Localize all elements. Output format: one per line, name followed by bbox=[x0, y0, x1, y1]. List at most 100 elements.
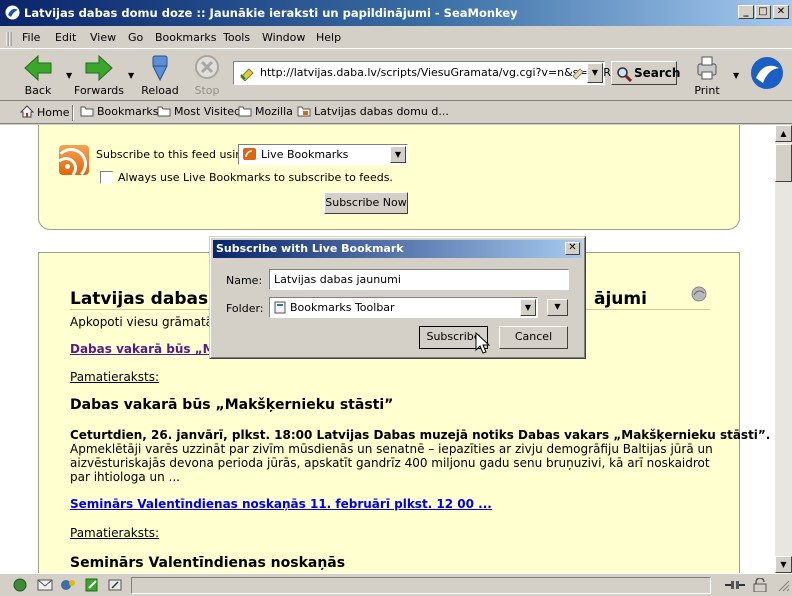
security-lock-icon[interactable] bbox=[752, 578, 768, 592]
expand-folder-tree-button[interactable]: ▼ bbox=[547, 299, 568, 316]
name-input[interactable]: Latvijas dabas jaunumi bbox=[269, 269, 569, 290]
print-label: Print bbox=[694, 84, 720, 97]
menu-file[interactable]: File bbox=[22, 31, 40, 44]
entry2-link[interactable]: Seminārs Valentīndienas noskaņās 11. feb… bbox=[70, 497, 492, 511]
feed-site-icon bbox=[691, 286, 707, 302]
back-label: Back bbox=[24, 84, 52, 97]
search-label: Search bbox=[634, 66, 681, 80]
folder-icon bbox=[157, 106, 171, 117]
scroll-up-button[interactable]: ▲ bbox=[775, 125, 792, 142]
bookmark-mozilla[interactable]: Mozilla bbox=[238, 105, 293, 118]
stop-button[interactable]: Stop bbox=[187, 52, 227, 98]
reload-label: Reload bbox=[141, 84, 179, 97]
chat-icon[interactable] bbox=[60, 578, 76, 592]
bookmark-label: Latvijas dabas domu d... bbox=[314, 105, 449, 118]
url-history-dropdown[interactable]: ▼ bbox=[587, 63, 603, 83]
folder-label: Folder: bbox=[226, 302, 264, 315]
entry1-subhead: Pamatieraksts: bbox=[70, 370, 160, 384]
subscribe-now-button[interactable]: Subscribe Now bbox=[324, 192, 408, 214]
rss-feed-icon bbox=[55, 145, 89, 180]
home-button[interactable]: Home bbox=[20, 105, 69, 119]
magnifier-icon bbox=[617, 67, 632, 82]
bookmark-bookmarks[interactable]: Bookmarks bbox=[80, 105, 158, 118]
always-use-checkbox[interactable] bbox=[100, 171, 113, 184]
grip-icon bbox=[6, 32, 12, 46]
window-titlebar: Latvijas dabas domu doze :: Jaunākie ier… bbox=[0, 0, 792, 26]
feed-reader-dropdown-icon[interactable]: ▼ bbox=[390, 146, 406, 163]
window-title: Latvijas dabas domu doze :: Jaunākie ier… bbox=[24, 6, 518, 20]
url-bar[interactable]: http://latvijas.daba.lv/scripts/ViesuGra… bbox=[233, 61, 611, 85]
folder-icon bbox=[80, 106, 94, 117]
entry2-subhead: Pamatieraksts: bbox=[70, 526, 160, 540]
entry1-body: Apmeklētāji varēs uzzināt par zivīm mūsd… bbox=[70, 442, 713, 484]
reload-button[interactable]: Reload bbox=[140, 52, 180, 98]
forwards-button[interactable]: Forwards bbox=[73, 52, 125, 98]
menu-window[interactable]: Window bbox=[262, 31, 305, 44]
menu-tools[interactable]: Tools bbox=[223, 31, 250, 44]
scroll-down-button[interactable]: ▼ bbox=[775, 556, 792, 573]
folder-dropdown-icon[interactable]: ▼ bbox=[520, 299, 536, 316]
dialog-close-button[interactable]: ✕ bbox=[565, 242, 580, 255]
menu-help[interactable]: Help bbox=[316, 31, 341, 44]
resize-grip-icon[interactable] bbox=[776, 578, 792, 592]
forwards-label: Forwards bbox=[74, 84, 124, 97]
feed-subtitle: Apkopoti viesu grāmatā p bbox=[70, 315, 225, 329]
print-dropdown-icon[interactable]: ▼ bbox=[733, 71, 739, 80]
menu-edit[interactable]: Edit bbox=[55, 31, 76, 44]
always-use-label: Always use Live Bookmarks to subscribe t… bbox=[118, 171, 393, 184]
search-button[interactable]: Search bbox=[611, 61, 681, 85]
bookmark-label: Mozilla bbox=[255, 105, 293, 118]
back-dropdown-icon[interactable]: ▼ bbox=[66, 71, 72, 80]
cancel-button[interactable]: Cancel bbox=[499, 326, 568, 349]
bookmarks-separator bbox=[72, 105, 74, 121]
back-arrow-icon bbox=[24, 54, 52, 82]
bookmarks-toolbar-folder-icon bbox=[274, 301, 286, 314]
online-status-icon[interactable] bbox=[724, 578, 746, 592]
stop-icon bbox=[195, 55, 219, 79]
entry1-lead: Ceturtdien, 26. janvārī, plkst. 18:00 La… bbox=[70, 428, 771, 442]
entry1-title: Dabas vakarā būs „Makšķernieku stāsti” bbox=[70, 397, 394, 413]
name-label: Name: bbox=[226, 274, 263, 287]
site-identity-icon bbox=[240, 68, 254, 81]
subscribe-using-label: Subscribe to this feed using bbox=[96, 148, 250, 161]
bookmark-most-visited[interactable]: Most Visited bbox=[157, 105, 241, 118]
menu-go[interactable]: Go bbox=[128, 31, 143, 44]
minimize-button[interactable]: _ bbox=[738, 5, 754, 19]
feed-subscribe-panel: Subscribe to this feed using Live Bookma… bbox=[38, 125, 740, 230]
mail-icon[interactable] bbox=[37, 578, 53, 592]
bookmark-label: Bookmarks bbox=[97, 105, 159, 118]
globe-icon[interactable] bbox=[13, 578, 29, 592]
live-bookmark-icon bbox=[243, 148, 256, 160]
scroll-thumb[interactable] bbox=[775, 144, 792, 182]
stop-label: Stop bbox=[194, 84, 220, 97]
entry1-link[interactable]: Dabas vakarā būs „Ma bbox=[70, 342, 223, 356]
feed-reader-select[interactable]: Live Bookmarks ▼ bbox=[238, 144, 408, 165]
composer-icon[interactable] bbox=[84, 578, 100, 592]
print-button[interactable]: Print bbox=[687, 52, 727, 98]
bookmark-latvijas-dabas[interactable]: Latvijas dabas domu d... bbox=[297, 105, 449, 118]
live-bookmark-folder-icon bbox=[297, 106, 311, 117]
url-text[interactable]: http://latvijas.daba.lv/scripts/ViesuGra… bbox=[260, 66, 611, 79]
reload-icon bbox=[152, 55, 168, 82]
status-bar bbox=[0, 573, 792, 596]
feed-heading: Latvijas dabas d bbox=[70, 289, 227, 309]
feed-heading-tail: ājumi bbox=[594, 289, 647, 309]
forwards-dropdown-icon[interactable]: ▼ bbox=[128, 71, 134, 80]
feed-reader-value: Live Bookmarks bbox=[261, 148, 349, 161]
maximize-button[interactable]: □ bbox=[755, 5, 771, 19]
vertical-scrollbar[interactable]: ▲ ▼ bbox=[775, 125, 792, 573]
address-book-icon[interactable] bbox=[107, 578, 123, 592]
bookmark-label: Most Visited bbox=[174, 105, 241, 118]
close-window-button[interactable]: ✕ bbox=[773, 5, 789, 19]
bookmark-star-icon[interactable] bbox=[571, 66, 585, 80]
bookmarks-toolbar: Home Bookmarks Most Visited Mozilla Latv… bbox=[0, 100, 792, 124]
back-button[interactable]: Back bbox=[18, 52, 58, 98]
folder-value: Bookmarks Toolbar bbox=[290, 301, 395, 314]
status-text-area bbox=[131, 577, 711, 594]
mouse-cursor-icon bbox=[475, 332, 491, 354]
menu-bookmarks[interactable]: Bookmarks bbox=[155, 31, 216, 44]
folder-select[interactable]: Bookmarks Toolbar ▼ bbox=[269, 297, 538, 318]
name-value[interactable]: Latvijas dabas jaunumi bbox=[274, 273, 401, 286]
menu-view[interactable]: View bbox=[90, 31, 116, 44]
seamonkey-logo-icon[interactable] bbox=[750, 56, 784, 90]
